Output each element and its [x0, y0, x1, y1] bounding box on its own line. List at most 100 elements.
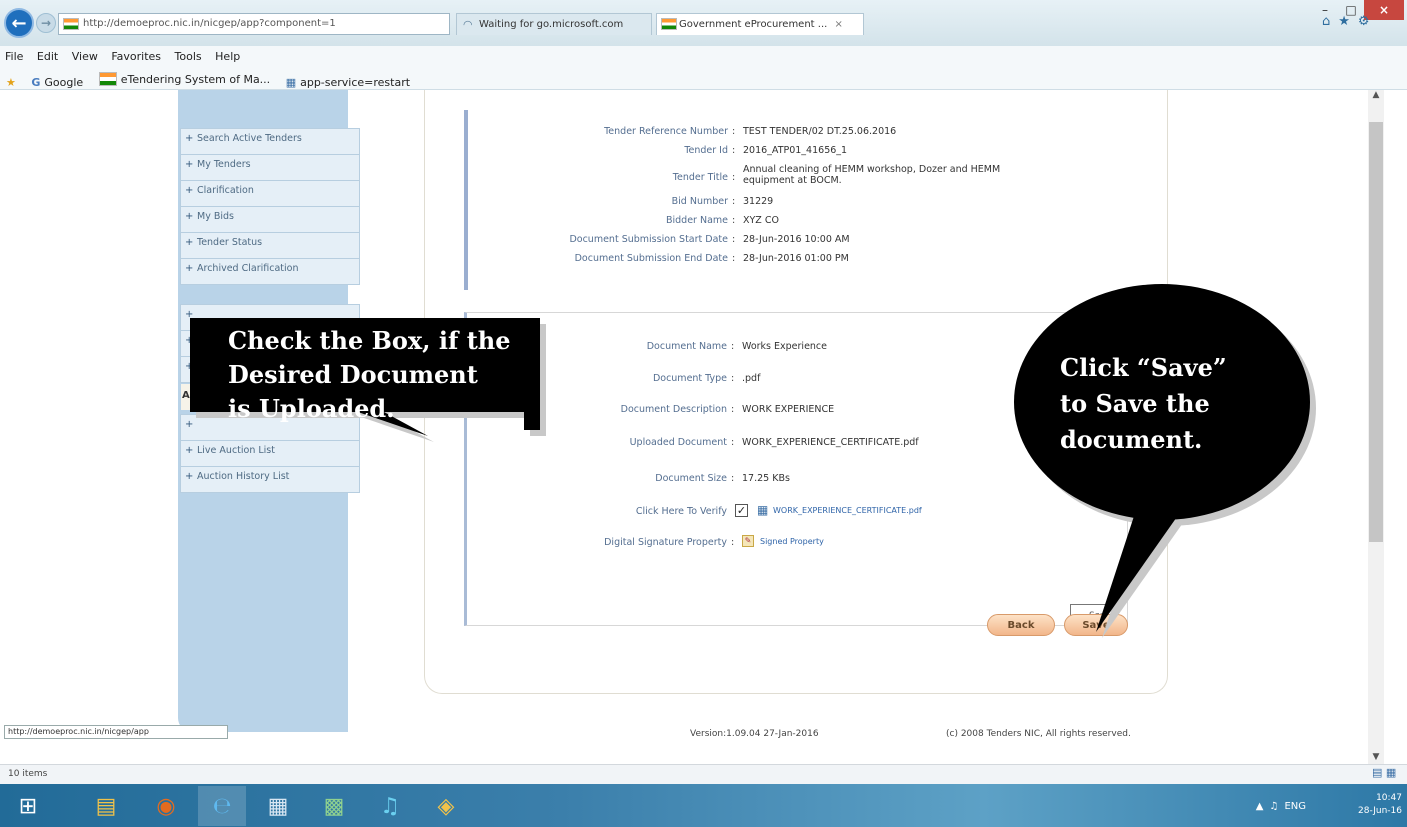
field-label: Digital Signature Property [604, 537, 727, 548]
menu-file[interactable]: File [0, 46, 28, 63]
sidebar-item-search-active-tenders[interactable]: + Search Active Tenders [180, 128, 360, 155]
firefox-icon[interactable]: ◉ [142, 786, 190, 826]
volume-icon[interactable]: ♫ [1269, 801, 1278, 812]
favorite-google[interactable]: G Google [25, 72, 89, 89]
tab-waiting[interactable]: ◠ Waiting for go.microsoft.com [456, 13, 652, 35]
system-tray[interactable]: ▲ ♫ ENG [1222, 786, 1312, 826]
menu-favorites[interactable]: Favorites [106, 46, 166, 63]
internet-explorer-icon[interactable]: ℮ [198, 786, 246, 826]
address-bar[interactable]: http://demoeproc.nic.in/nicgep/app?compo… [58, 13, 450, 35]
windows-start-icon[interactable]: ⊞ [4, 786, 52, 826]
separator: : [731, 473, 735, 484]
google-icon: G [31, 76, 41, 89]
field-value: WORK_EXPERIENCE_CERTIFICATE.pdf [742, 437, 919, 448]
verify-document-link[interactable]: WORK_EXPERIENCE_CERTIFICATE.pdf [773, 506, 922, 515]
field-value: 31229 [743, 196, 774, 207]
view-toggle-icons[interactable]: ▤ ▦ [1372, 766, 1406, 780]
sidebar-item-label: Live Auction List [197, 445, 275, 456]
callout-right-shape [1014, 284, 1316, 638]
sidebar-item-tender-status[interactable]: + Tender Status [180, 232, 360, 259]
layers-app-icon[interactable]: ◈ [422, 786, 470, 826]
field-label: Document Submission End Date [574, 253, 728, 264]
headphones-app-icon[interactable]: ♫ [366, 786, 414, 826]
plus-icon: + [185, 263, 194, 274]
sidebar-item-clarification[interactable]: + Clarification [180, 180, 360, 207]
field-label: Bidder Name [665, 215, 728, 226]
field-value: Annual cleaning of HEMM workshop, Dozer … [743, 164, 1001, 175]
clock[interactable]: 10:47 28-Jun-16 [1318, 788, 1402, 824]
site-flag-icon [661, 18, 677, 30]
tray-language[interactable]: ENG [1284, 801, 1306, 812]
separator: : [731, 404, 735, 415]
document-app-icon[interactable]: ▦ [254, 786, 302, 826]
menu-view[interactable]: View [67, 46, 103, 63]
sidebar-item-my-tenders[interactable]: + My Tenders [180, 154, 360, 181]
plus-icon: + [185, 237, 194, 248]
sidebar-item-label: Tender Status [197, 237, 263, 248]
callout-line: Desired Document [228, 360, 478, 389]
sidebar-item-label: Archived Clarification [197, 263, 299, 274]
separator: : [732, 172, 736, 183]
verify-checkbox[interactable]: ✓ [735, 504, 748, 517]
field-label: Document Size [655, 473, 727, 484]
item-count: 10 items [8, 769, 48, 779]
tab-label: Government eProcurement ... [679, 19, 828, 30]
favorites-star-icon[interactable]: ★ [1338, 14, 1358, 29]
separator: : [732, 253, 736, 264]
tab-label: Waiting for go.microsoft.com [479, 19, 624, 30]
plus-icon: + [185, 211, 194, 222]
callout-line: to Save the [1060, 389, 1210, 418]
scroll-down-icon[interactable]: ▼ [1368, 752, 1384, 764]
back-arrow-icon[interactable]: ← [4, 8, 34, 38]
plus-icon: + [185, 471, 194, 482]
field-value: 28-Jun-2016 10:00 AM [743, 234, 850, 245]
sidebar-item-label: My Bids [197, 211, 234, 222]
menu-edit[interactable]: Edit [32, 46, 63, 63]
page-icon: ▦ [285, 76, 297, 89]
field-value: Works Experience [742, 341, 828, 352]
plus-icon: + [185, 185, 194, 196]
field-label: Tender Reference Number [604, 126, 728, 137]
menu-tools[interactable]: Tools [170, 46, 207, 63]
menu-bar: File Edit View Favorites Tools Help [0, 46, 1407, 68]
home-icon[interactable]: ⌂ [1322, 14, 1338, 29]
favorites-star-icon: ★ [6, 76, 16, 89]
favorite-app-service[interactable]: ▦ app-service=restart [280, 72, 416, 89]
site-flag-icon [63, 18, 79, 30]
field-label: Document Submission Start Date [569, 234, 728, 245]
close-tab-icon[interactable]: × [835, 19, 843, 30]
sidebar-item-label: Search Active Tenders [197, 133, 302, 144]
menu-help[interactable]: Help [210, 46, 245, 63]
browser-toolbar-icons: ⌂★⚙ [1322, 14, 1402, 32]
scroll-up-icon[interactable]: ▲ [1368, 90, 1384, 102]
favorite-etendering[interactable]: eTendering System of Ma... [93, 68, 276, 86]
field-value: XYZ CO [743, 215, 779, 226]
field-value: TEST TENDER/02 DT.25.06.2016 [743, 126, 897, 137]
clock-date: 28-Jun-16 [1358, 806, 1402, 816]
plus-icon: + [185, 159, 194, 170]
file-explorer-icon[interactable]: ▤ [82, 786, 130, 826]
separator: : [731, 373, 735, 384]
tab-eprocurement[interactable]: Government eProcurement ... × [656, 13, 864, 35]
pdf-file-icon: ▦ [757, 503, 769, 517]
signed-property-link[interactable]: Signed Property [760, 537, 824, 546]
field-label: Tender Title [672, 172, 728, 183]
gear-icon[interactable]: ⚙ [1358, 14, 1378, 29]
scrollbar-thumb[interactable] [1369, 122, 1383, 542]
clock-time: 10:47 [1376, 793, 1402, 803]
status-url: http://demoeproc.nic.in/nicgep/app [4, 725, 228, 739]
callout-right-text: Click “Save” to Save the document. [1060, 350, 1270, 458]
sidebar-item-live-auction-list[interactable]: + Live Auction List [180, 440, 360, 467]
sidebar-item-archived-clarification[interactable]: + Archived Clarification [180, 258, 360, 285]
field-value: WORK EXPERIENCE [742, 404, 835, 415]
separator: : [732, 145, 736, 156]
separator: : [732, 215, 736, 226]
spreadsheet-app-icon[interactable]: ▩ [310, 786, 358, 826]
sidebar-item-auction-history-list[interactable]: + Auction History List [180, 466, 360, 493]
forward-arrow-icon[interactable]: → [36, 13, 56, 33]
network-icon[interactable]: ▲ [1256, 801, 1264, 812]
sidebar-item-my-bids[interactable]: + My Bids [180, 206, 360, 233]
favorite-label: app-service=restart [300, 76, 411, 89]
item-count-bar: 10 items [0, 764, 1407, 784]
field-value: .pdf [742, 373, 761, 384]
